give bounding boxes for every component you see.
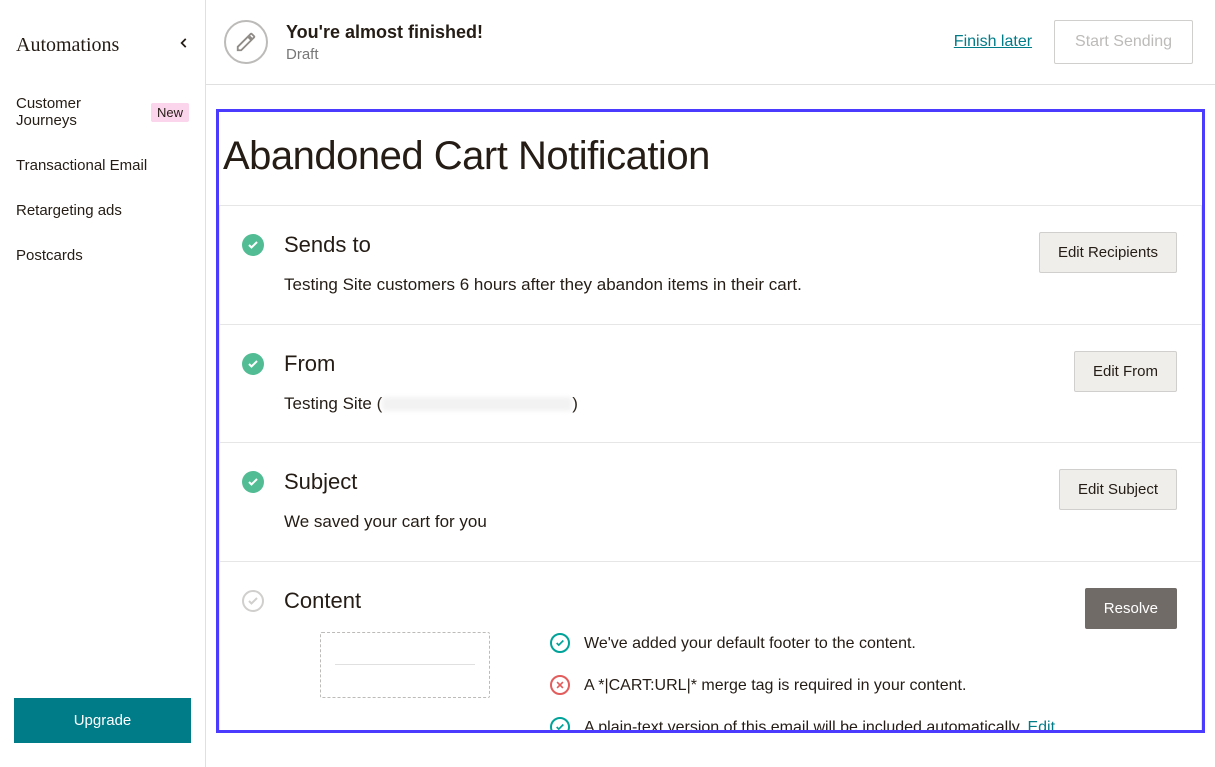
sidebar-item-customer-journeys[interactable]: Customer Journeys New: [0, 81, 205, 143]
row-body: From Testing Site (): [284, 351, 1074, 417]
highlighted-frame: Abandoned Cart Notification Sends to Tes…: [216, 109, 1205, 733]
msg-plaintext-pre: A plain-text version of this email will …: [584, 719, 1027, 734]
content-messages: We've added your default footer to the c…: [550, 632, 1085, 734]
row-desc: We saved your cart for you: [284, 509, 1059, 535]
from-prefix: Testing Site (: [284, 394, 382, 413]
check-ring-icon: [550, 633, 570, 653]
topbar-title: You're almost finished!: [286, 22, 483, 43]
pencil-icon: [224, 20, 268, 64]
row-subject: Subject We saved your cart for you Edit …: [220, 443, 1201, 562]
content-msg-plaintext: A plain-text version of this email will …: [550, 716, 1085, 734]
new-badge: New: [151, 103, 189, 122]
row-content: Content We've added your default footer …: [220, 562, 1201, 734]
sidebar-header: Automations: [0, 34, 205, 81]
row-body: Content We've added your default footer …: [284, 588, 1085, 734]
sidebar-nav: Customer Journeys New Transactional Emai…: [0, 81, 205, 278]
start-sending-button[interactable]: Start Sending: [1054, 20, 1193, 64]
main-area: You're almost finished! Draft Finish lat…: [206, 0, 1215, 767]
row-body: Subject We saved your cart for you: [284, 469, 1059, 535]
check-ring-icon: [550, 717, 570, 734]
sidebar-item-label: Postcards: [16, 247, 83, 264]
upgrade-button[interactable]: Upgrade: [14, 698, 191, 743]
edit-subject-button[interactable]: Edit Subject: [1059, 469, 1177, 510]
page-title: Abandoned Cart Notification: [219, 134, 1202, 205]
topbar: You're almost finished! Draft Finish lat…: [206, 0, 1215, 85]
from-redacted: [382, 397, 572, 411]
msg-text: A plain-text version of this email will …: [584, 716, 1055, 734]
check-circle-icon: [242, 353, 264, 375]
sidebar-item-transactional-email[interactable]: Transactional Email: [0, 143, 205, 188]
sidebar-item-label: Transactional Email: [16, 157, 147, 174]
sidebar-item-postcards[interactable]: Postcards: [0, 233, 205, 278]
sidebar-item-retargeting-ads[interactable]: Retargeting ads: [0, 188, 205, 233]
row-title: Sends to: [284, 232, 1039, 258]
campaign-panel: Sends to Testing Site customers 6 hours …: [219, 205, 1202, 733]
check-circle-icon: [242, 471, 264, 493]
row-sends-to: Sends to Testing Site customers 6 hours …: [220, 206, 1201, 325]
edit-recipients-button[interactable]: Edit Recipients: [1039, 232, 1177, 273]
row-title: Content: [284, 588, 1085, 614]
content-row-body: We've added your default footer to the c…: [284, 632, 1085, 734]
msg-text: We've added your default footer to the c…: [584, 632, 916, 656]
from-suffix: ): [572, 394, 578, 413]
row-title: Subject: [284, 469, 1059, 495]
check-circle-icon: [242, 234, 264, 256]
topbar-text: You're almost finished! Draft: [286, 22, 483, 63]
edit-plaintext-link[interactable]: Edit: [1027, 719, 1055, 734]
row-desc: Testing Site (): [284, 391, 1074, 417]
msg-text: A *|CART:URL|* merge tag is required in …: [584, 674, 966, 698]
sidebar-item-label: Customer Journeys: [16, 95, 145, 129]
collapse-chevron-left-icon[interactable]: [177, 36, 191, 55]
row-desc: Testing Site customers 6 hours after the…: [284, 272, 1039, 298]
row-from: From Testing Site () Edit From: [220, 325, 1201, 444]
error-ring-icon: [550, 675, 570, 695]
content-wrap: Abandoned Cart Notification Sends to Tes…: [206, 85, 1215, 767]
row-body: Sends to Testing Site customers 6 hours …: [284, 232, 1039, 298]
finish-later-link[interactable]: Finish later: [954, 33, 1032, 51]
topbar-actions: Finish later Start Sending: [954, 20, 1193, 64]
content-msg-cart-url: A *|CART:URL|* merge tag is required in …: [550, 674, 1085, 698]
resolve-button[interactable]: Resolve: [1085, 588, 1177, 629]
edit-from-button[interactable]: Edit From: [1074, 351, 1177, 392]
sidebar-item-label: Retargeting ads: [16, 202, 122, 219]
sidebar-title: Automations: [16, 34, 119, 57]
sidebar-footer: Upgrade: [0, 698, 205, 767]
row-title: From: [284, 351, 1074, 377]
sidebar: Automations Customer Journeys New Transa…: [0, 0, 206, 767]
content-thumbnail[interactable]: [320, 632, 490, 698]
topbar-subtitle: Draft: [286, 46, 483, 63]
incomplete-circle-icon: [242, 590, 264, 612]
content-msg-footer: We've added your default footer to the c…: [550, 632, 1085, 656]
